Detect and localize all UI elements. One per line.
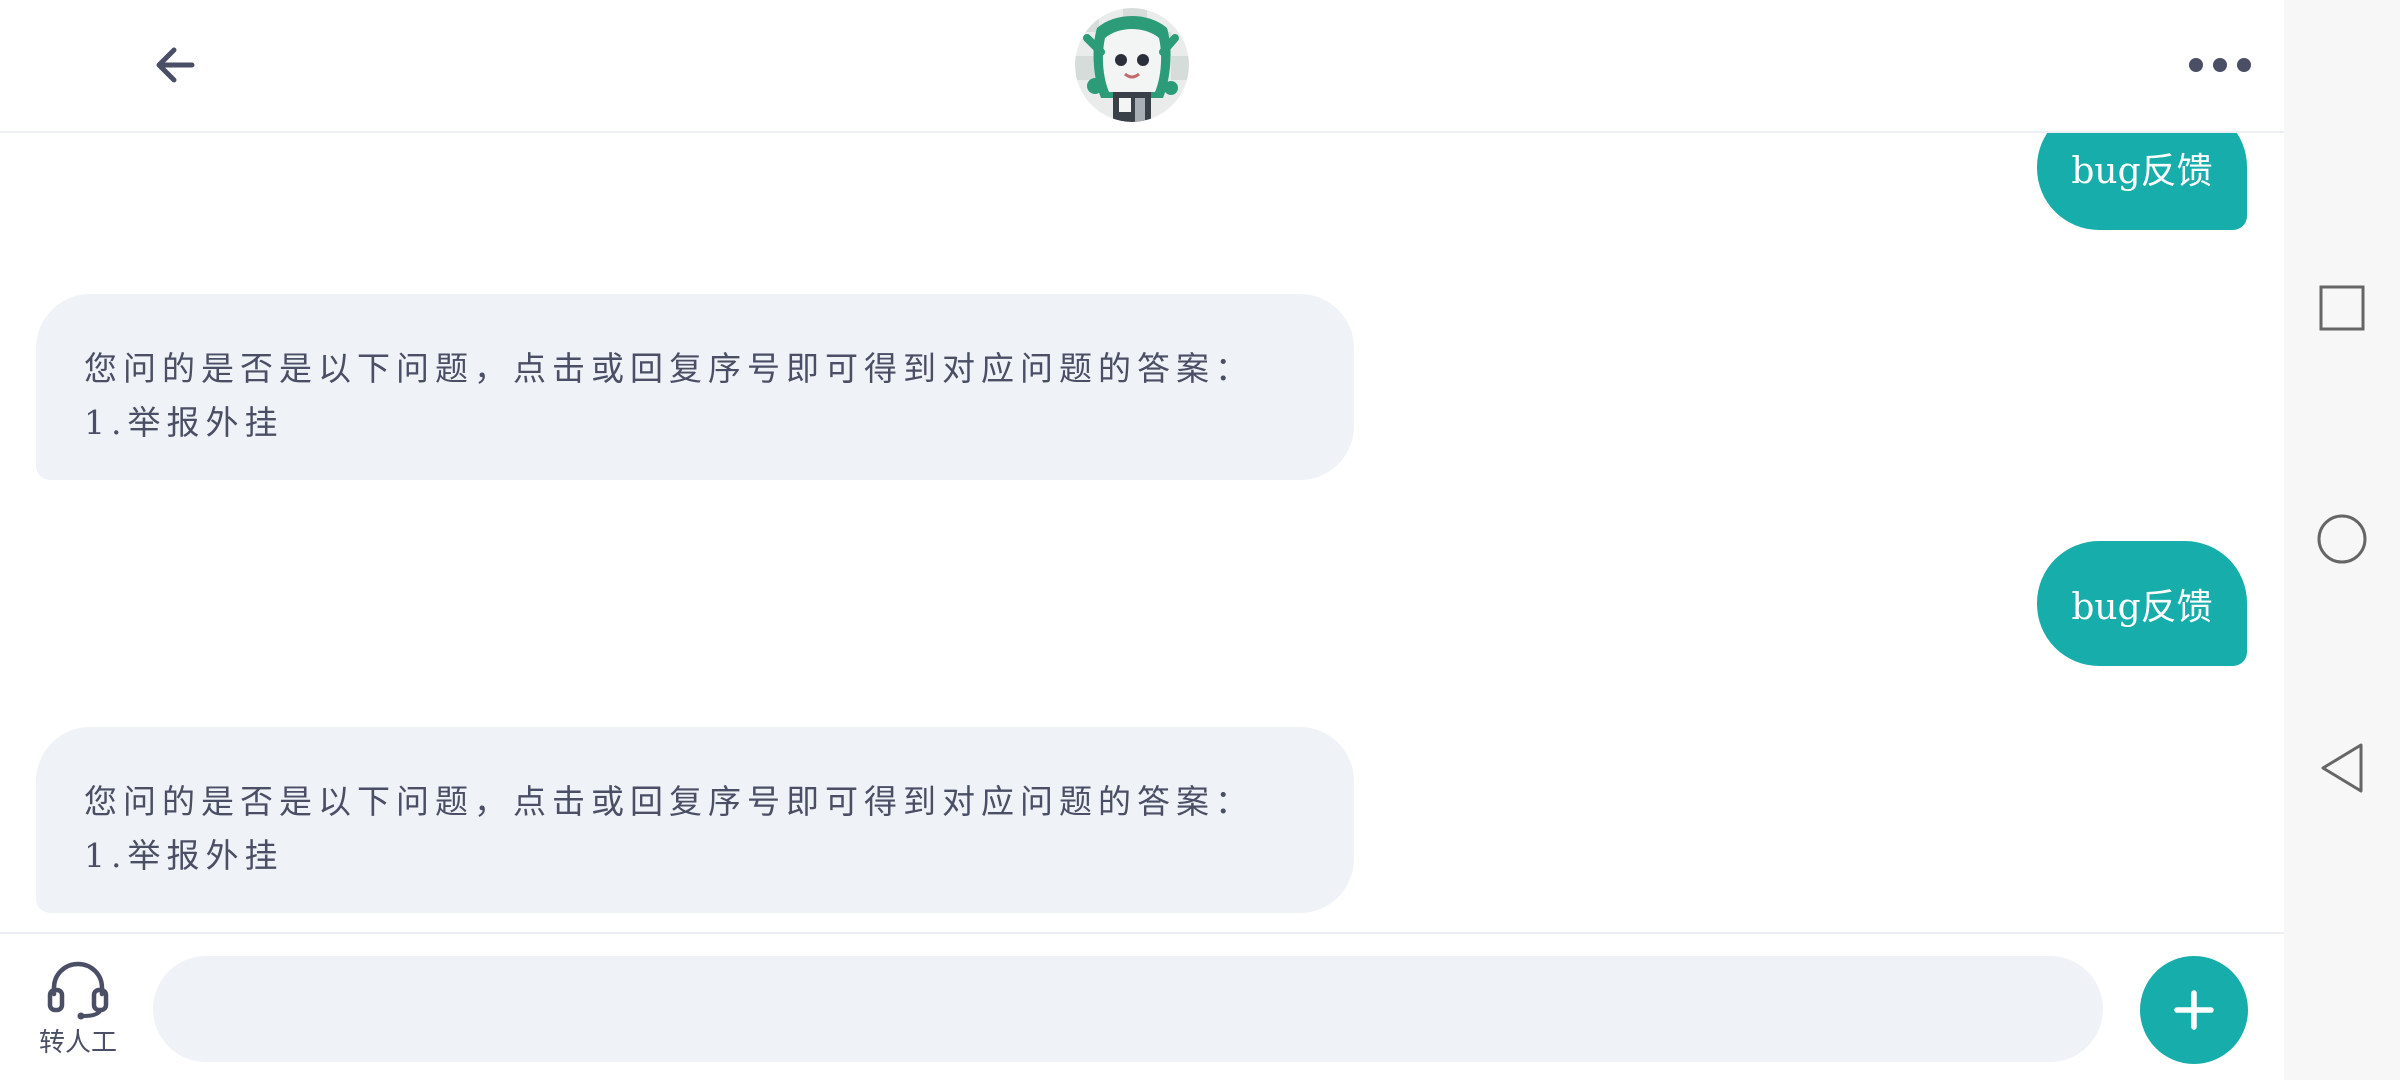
- home-button[interactable]: [2312, 509, 2372, 569]
- input-bar: 转人工: [0, 932, 2284, 1082]
- incoming-message: 您问的是否是以下问题，点击或回复序号即可得到对应问题的答案： 1.举报外挂: [36, 294, 1354, 480]
- message-intro: 您问的是否是以下问题，点击或回复序号即可得到对应问题的答案：: [84, 782, 1254, 821]
- outgoing-message[interactable]: bug反馈: [2037, 133, 2247, 230]
- message-text: bug反馈: [2071, 150, 2213, 192]
- square-icon: [2319, 285, 2365, 331]
- message-input[interactable]: [153, 956, 2103, 1062]
- plus-icon: [2174, 990, 2214, 1030]
- outgoing-message[interactable]: bug反馈: [2037, 541, 2247, 666]
- incoming-message: 您问的是否是以下问题，点击或回复序号即可得到对应问题的答案： 1.举报外挂: [36, 727, 1354, 913]
- more-dots-icon: [2189, 58, 2251, 72]
- message-intro: 您问的是否是以下问题，点击或回复序号即可得到对应问题的答案：: [84, 349, 1254, 388]
- recents-button[interactable]: [2312, 278, 2372, 338]
- chat-app: bug反馈 您问的是否是以下问题，点击或回复序号即可得到对应问题的答案： 1.举…: [0, 0, 2284, 1082]
- message-text: bug反馈: [2071, 586, 2213, 628]
- circle-icon: [2317, 514, 2367, 564]
- transfer-to-human-button[interactable]: 转人工: [28, 958, 128, 1068]
- message-list[interactable]: bug反馈 您问的是否是以下问题，点击或回复序号即可得到对应问题的答案： 1.举…: [0, 133, 2284, 933]
- faq-option[interactable]: 1.举报外挂: [84, 829, 1304, 883]
- system-back-button[interactable]: [2312, 738, 2372, 798]
- header-bar: [0, 0, 2284, 133]
- add-attachment-button[interactable]: [2140, 956, 2248, 1064]
- headset-icon: [47, 961, 109, 1020]
- transfer-to-human-label: 转人工: [38, 1028, 117, 1058]
- triangle-back-icon: [2321, 743, 2363, 793]
- back-button[interactable]: [140, 30, 210, 100]
- avatar-image: [1075, 8, 1189, 122]
- faq-option[interactable]: 1.举报外挂: [84, 396, 1304, 450]
- bot-avatar[interactable]: [1075, 8, 1189, 122]
- more-button[interactable]: [2180, 30, 2260, 100]
- system-nav-bar: [2284, 0, 2400, 1080]
- arrow-left-icon: [156, 47, 195, 83]
